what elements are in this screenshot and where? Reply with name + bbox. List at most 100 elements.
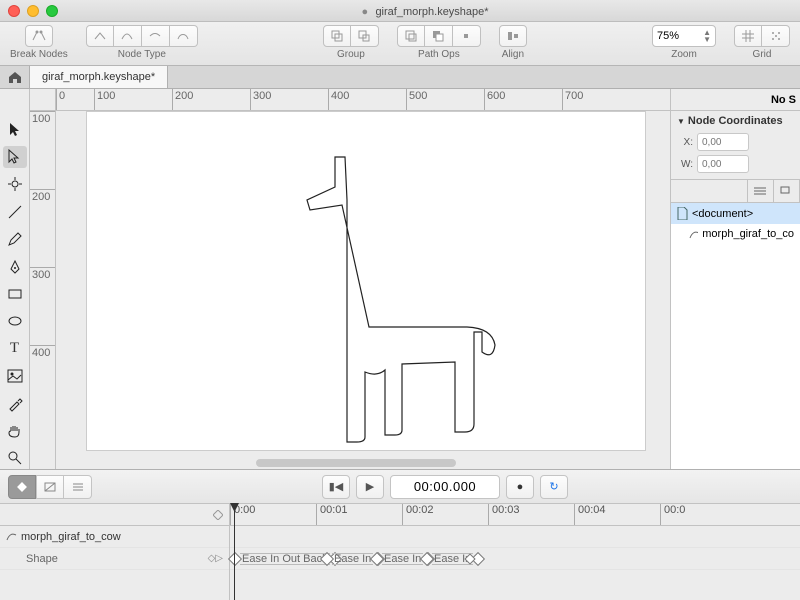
pathop-3-button[interactable] [453,25,481,47]
ease-label: Ease In Out Back [240,553,330,565]
w-input[interactable] [697,155,749,173]
maximize-window-button[interactable] [46,5,58,17]
node-type-2-button[interactable] [114,25,142,47]
stepper-icon: ▲▼ [703,29,711,43]
document-tab[interactable]: giraf_morph.keyshape* [30,66,168,88]
panel-tab-empty[interactable] [671,180,748,202]
align-button[interactable] [499,25,527,47]
eyedropper-tool[interactable] [3,393,27,414]
line-tool[interactable] [3,201,27,222]
keyframe-nav[interactable]: ◇▷ [208,553,223,564]
ruler-tick: 500 [406,89,484,110]
anchor-tool[interactable] [3,174,27,195]
rect-icon [7,286,23,302]
canvas-viewport[interactable] [56,111,670,469]
node-type-4-button[interactable] [170,25,198,47]
timeline-left-header [0,504,229,526]
toolbar: Break Nodes Node Type Group Path Ops Ali… [0,22,800,66]
panel-tab-align[interactable] [748,180,774,202]
ruler-tick: 700 [562,89,640,110]
minimize-window-button[interactable] [27,5,39,17]
x-label: X: [677,137,693,148]
magnifier-icon [7,450,23,466]
tree-document-item[interactable]: <document> [671,203,800,224]
time-tick: 00:04 [574,504,660,525]
marker-icon [213,510,223,520]
hand-tool[interactable] [3,420,27,441]
timeline-object-row[interactable]: morph_giraf_to_cow [0,526,229,548]
selection-tool[interactable] [3,119,27,140]
node-type-label: Node Type [118,49,166,60]
image-icon [7,369,23,383]
text-tool[interactable]: T [3,338,27,359]
home-icon [8,71,22,83]
inspector-panel: No S ▼ Node Coordinates X: W: <document> [670,89,800,469]
timeline-ruler[interactable]: 0:00 00:01 00:02 00:03 00:04 00:0 [230,504,800,526]
ungroup-button[interactable] [351,25,379,47]
intersect-icon [460,30,472,42]
timeline-property-row[interactable]: Shape ◇▷ [0,548,229,570]
timeline-object-track[interactable] [230,526,800,548]
break-nodes-button[interactable] [25,25,53,47]
node-tool[interactable] [3,146,27,167]
playhead[interactable] [234,504,235,600]
tab-bar: giraf_morph.keyshape* [0,66,800,89]
horizontal-scrollbar[interactable] [256,459,456,467]
skip-back-icon: ▮◀ [329,480,344,493]
rect-tool[interactable] [3,283,27,304]
ruler-tick: 400 [328,89,406,110]
ellipse-tool[interactable] [3,311,27,332]
giraffe-shape[interactable] [267,152,497,452]
timeline-mode-graph[interactable] [36,475,64,499]
image-tool[interactable] [3,366,27,387]
loop-button[interactable]: ↻ [540,475,568,499]
time-tick: 00:03 [488,504,574,525]
title-bar: ● giraf_morph.keyshape* [0,0,800,22]
time-display[interactable]: 00:00.000 [390,475,500,499]
timeline-shape-track[interactable]: Ease In Out Back Ease In Ease In Ease In [230,548,800,570]
canvas-page[interactable] [86,111,646,451]
grid-2-button[interactable] [762,25,790,47]
panel-tab-layers[interactable] [774,180,800,202]
node-coordinates-header[interactable]: ▼ Node Coordinates [671,111,800,131]
text-icon: T [10,340,19,357]
window-title-text: giraf_morph.keyshape* [375,6,488,18]
timeline-tracks[interactable]: 0:00 00:01 00:02 00:03 00:04 00:0 Ease I… [230,504,800,600]
group-button[interactable] [323,25,351,47]
vertical-ruler[interactable]: 100 200 300 400 [30,111,56,469]
record-button[interactable]: ● [506,475,534,499]
pencil-icon [7,231,23,247]
group-icon [331,30,343,42]
align-lines-icon [754,186,766,196]
pen-tool[interactable] [3,256,27,277]
node-type-icon [177,31,189,41]
pen-icon [7,259,23,275]
time-tick: 00:01 [316,504,402,525]
timeline-property-label: Shape [26,553,58,565]
ease-label: Ease In [332,553,373,565]
disclosure-triangle-icon: ▼ [677,117,685,126]
main-area: T 0 100 200 300 400 500 600 700 100 200 … [0,89,800,469]
horizontal-ruler[interactable]: 0 100 200 300 400 500 600 700 [56,89,670,111]
node-type-3-button[interactable] [142,25,170,47]
go-to-start-button[interactable]: ▮◀ [322,475,350,499]
x-input[interactable] [697,133,749,151]
node-type-group: Node Type [86,25,198,60]
ruler-tick: 0 [56,89,94,110]
home-tab[interactable] [0,66,30,88]
timeline-mode-list[interactable] [64,475,92,499]
play-button[interactable]: ▶ [356,475,384,499]
grid-1-button[interactable] [734,25,762,47]
pencil-tool[interactable] [3,229,27,250]
tree-shape-item[interactable]: morph_giraf_to_co [671,224,800,244]
close-window-button[interactable] [8,5,20,17]
break-nodes-label: Break Nodes [10,49,68,60]
time-tick: 0:00 [230,504,316,525]
pathop-2-button[interactable] [425,25,453,47]
zoom-tool[interactable] [3,448,27,469]
window-controls [8,5,58,17]
pathop-1-button[interactable] [397,25,425,47]
timeline-mode-keyframes[interactable] [8,475,36,499]
zoom-field[interactable]: 75% ▲▼ [652,25,716,47]
node-type-1-button[interactable] [86,25,114,47]
